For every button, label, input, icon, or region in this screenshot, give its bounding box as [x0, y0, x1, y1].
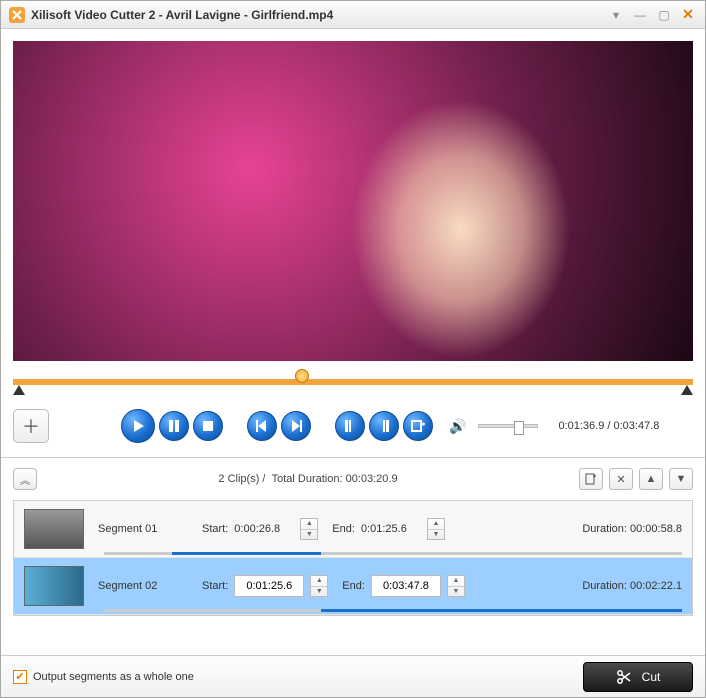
volume-slider[interactable]: [478, 424, 538, 428]
time-display: 0:01:36.9 / 0:03:47.8: [558, 420, 659, 432]
app-window: Xilisoft Video Cutter 2 - Avril Lavigne …: [0, 0, 706, 698]
delete-clip-button[interactable]: ✕: [609, 468, 633, 490]
footer: ✔ Output segments as a whole one Cut: [1, 655, 705, 697]
clip-row[interactable]: Segment 02 Start: ▲▼ End: ▲▼ Duration: 00:02:…: [14, 558, 692, 615]
range-start-handle[interactable]: [13, 385, 25, 395]
clip-name: Segment 02: [98, 580, 188, 592]
scissors-icon: [616, 669, 632, 685]
clip-start-value: 0:00:26.8: [234, 523, 294, 535]
help-button[interactable]: ▾: [607, 8, 625, 22]
set-start-button[interactable]: [335, 411, 365, 441]
clip-name: Segment 01: [98, 523, 188, 535]
clip-start-label: Start:: [202, 580, 228, 592]
add-clip-button[interactable]: [579, 468, 603, 490]
minimize-button[interactable]: —: [631, 8, 649, 22]
current-time: 0:01:36.9: [558, 420, 604, 432]
clip-end-value: 0:01:25.6: [361, 523, 421, 535]
divider: [1, 457, 705, 458]
clip-end-spinner[interactable]: ▲▼: [447, 575, 465, 597]
clips-summary: 2 Clip(s) / Total Duration: 00:03:20.9: [37, 473, 579, 485]
clip-start-label: Start:: [202, 523, 228, 535]
clip-end-spinner[interactable]: ▲▼: [427, 518, 445, 540]
video-preview[interactable]: [13, 41, 693, 361]
cut-button[interactable]: Cut: [583, 662, 693, 692]
clip-start-spinner[interactable]: ▲▼: [310, 575, 328, 597]
next-frame-button[interactable]: [281, 411, 311, 441]
clip-end-input[interactable]: [371, 575, 441, 597]
clip-end-label: End:: [332, 523, 355, 535]
volume-icon[interactable]: 🔊: [449, 418, 466, 435]
cut-button-label: Cut: [642, 670, 661, 684]
pause-button[interactable]: [159, 411, 189, 441]
output-whole-label: Output segments as a whole one: [33, 671, 194, 683]
clip-row[interactable]: Segment 01 Start: 0:00:26.8 ▲▼ End: 0:01:25.6…: [14, 501, 692, 558]
clips-header: ︽ 2 Clip(s) / Total Duration: 00:03:20.9…: [13, 464, 693, 494]
total-time: 0:03:47.8: [613, 420, 659, 432]
move-up-button[interactable]: ▲: [639, 468, 663, 490]
move-down-button[interactable]: ▼: [669, 468, 693, 490]
titlebar: Xilisoft Video Cutter 2 - Avril Lavigne …: [1, 1, 705, 29]
total-duration-value: 00:03:20.9: [346, 473, 398, 485]
prev-frame-button[interactable]: [247, 411, 277, 441]
clip-duration: Duration: 00:02:22.1: [582, 580, 682, 592]
clips-tools: ✕ ▲ ▼: [579, 468, 693, 490]
new-clip-button[interactable]: [403, 411, 433, 441]
add-file-button[interactable]: ＋: [13, 409, 49, 443]
clips-list: Segment 01 Start: 0:00:26.8 ▲▼ End: 0:01:25.6…: [13, 500, 693, 616]
play-button[interactable]: [121, 409, 155, 443]
playhead[interactable]: [295, 369, 309, 383]
maximize-button[interactable]: ▢: [655, 8, 673, 22]
clip-thumbnail: [24, 566, 84, 606]
timeline[interactable]: [13, 367, 693, 395]
set-end-button[interactable]: [369, 411, 399, 441]
app-logo-icon: [9, 7, 25, 23]
collapse-clips-button[interactable]: ︽: [13, 468, 37, 490]
window-buttons: ▾ — ▢ ✕: [607, 8, 697, 22]
clip-start-input[interactable]: [234, 575, 304, 597]
close-button[interactable]: ✕: [679, 8, 697, 22]
window-title: Xilisoft Video Cutter 2 - Avril Lavigne …: [31, 8, 607, 22]
clip-start-spinner[interactable]: ▲▼: [300, 518, 318, 540]
stop-button[interactable]: [193, 411, 223, 441]
clip-thumbnail: [24, 509, 84, 549]
video-frame: [13, 41, 693, 361]
clip-count: 2 Clip(s): [218, 473, 259, 485]
output-whole-checkbox[interactable]: ✔: [13, 670, 27, 684]
clip-end-label: End:: [342, 580, 365, 592]
total-duration-label: Total Duration:: [272, 473, 343, 485]
clip-range-bar: [104, 552, 682, 555]
controls-row: ＋ 🔊 0:01:36.9 / 0:03:47.8: [13, 403, 693, 449]
timeline-fill: [13, 379, 693, 385]
range-end-handle[interactable]: [681, 385, 693, 395]
clip-range-bar: [104, 609, 682, 612]
clip-duration: Duration: 00:00:58.8: [582, 523, 682, 535]
